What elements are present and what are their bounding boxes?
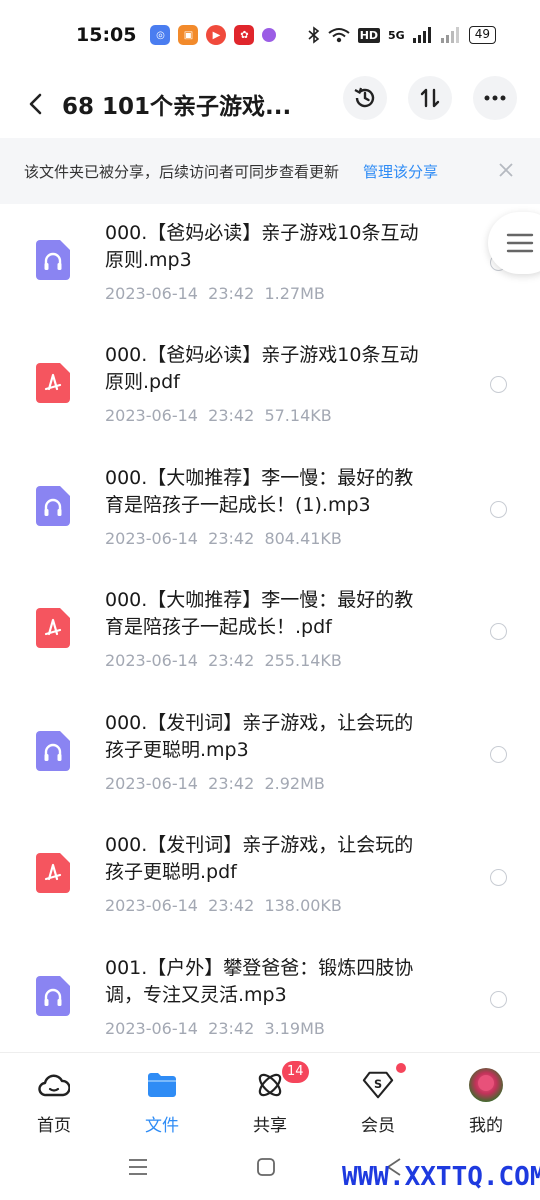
file-row[interactable]: 000.【大咖推荐】李一慢：最好的教 育是陪孩子一起成长！(1).mp3 2023… bbox=[0, 449, 540, 571]
nav-me[interactable]: 我的 bbox=[432, 1053, 540, 1143]
pdf-file-icon bbox=[36, 853, 70, 893]
nav-files-label: 文件 bbox=[145, 1116, 179, 1136]
chevron-left-icon bbox=[29, 93, 42, 115]
cloud-home-icon bbox=[38, 1069, 70, 1101]
vip-diamond-icon: S bbox=[362, 1069, 394, 1101]
select-radio[interactable] bbox=[490, 869, 507, 886]
wifi-icon bbox=[328, 28, 350, 43]
nav-vip[interactable]: S 会员 bbox=[324, 1053, 432, 1143]
more-dots-icon bbox=[484, 95, 506, 101]
sort-button[interactable] bbox=[408, 76, 452, 120]
select-radio[interactable] bbox=[490, 376, 507, 393]
svg-text:S: S bbox=[374, 1078, 382, 1091]
app-notification-icon: ▣ bbox=[178, 25, 199, 45]
select-radio[interactable] bbox=[490, 501, 507, 518]
file-meta: 2023-06-14 23:42 57.14KB bbox=[105, 406, 332, 425]
file-name: 000.【发刊词】亲子游戏，让会玩的 孩子更聪明.pdf bbox=[105, 834, 414, 883]
nav-vip-label: 会员 bbox=[361, 1116, 395, 1136]
file-meta: 2023-06-14 23:42 2.92MB bbox=[105, 774, 325, 793]
nav-share-label: 共享 bbox=[253, 1116, 287, 1136]
app-notification-icon: ▶ bbox=[206, 25, 227, 45]
home-square-icon[interactable] bbox=[257, 1158, 275, 1176]
sort-icon bbox=[420, 88, 440, 108]
file-name: 000.【大咖推荐】李一慢：最好的教 育是陪孩子一起成长！(1).mp3 bbox=[105, 467, 414, 516]
header: 68 101个亲子游戏... bbox=[0, 70, 540, 138]
select-radio[interactable] bbox=[490, 623, 507, 640]
nav-home[interactable]: 首页 bbox=[0, 1053, 108, 1143]
file-name: 001.【户外】攀登爸爸：锻炼四肢协 调，专注又灵活.mp3 bbox=[105, 957, 414, 1006]
watermark-text: WWW.XXTTQ.COM bbox=[342, 1162, 540, 1192]
file-meta: 2023-06-14 23:42 3.19MB bbox=[105, 1019, 325, 1038]
banner-close-button[interactable] bbox=[494, 158, 518, 182]
history-icon bbox=[354, 87, 375, 108]
file-meta: 2023-06-14 23:42 138.00KB bbox=[105, 896, 342, 915]
folder-icon bbox=[146, 1069, 178, 1101]
app-notification-icon bbox=[262, 28, 277, 42]
file-row[interactable]: 000.【发刊词】亲子游戏，让会玩的 孩子更聪明.mp3 2023-06-14 2… bbox=[0, 694, 540, 816]
bluetooth-icon bbox=[308, 26, 319, 44]
select-radio[interactable] bbox=[490, 746, 507, 763]
signal-icon bbox=[412, 27, 431, 43]
vip-notification-dot bbox=[396, 1063, 406, 1073]
avatar bbox=[468, 1067, 504, 1103]
audio-file-icon bbox=[36, 240, 70, 280]
file-meta: 2023-06-14 23:42 804.41KB bbox=[105, 529, 342, 548]
file-row[interactable]: 000.【大咖推荐】李一慢：最好的教 育是陪孩子一起成长！.pdf 2023-06… bbox=[0, 571, 540, 693]
close-icon bbox=[499, 163, 513, 177]
file-meta: 2023-06-14 23:42 255.14KB bbox=[105, 651, 342, 670]
share-banner: 该文件夹已被分享，后续访问者可同步查看更新 管理该分享 bbox=[0, 138, 540, 204]
hamburger-icon bbox=[506, 233, 534, 253]
pdf-file-icon bbox=[36, 608, 70, 648]
status-bar: 15:05 ◎ ▣ ▶ ✿ HD 5G 49 bbox=[0, 0, 540, 70]
file-name: 000.【爸妈必读】亲子游戏10条互动 原则.pdf bbox=[105, 344, 419, 393]
network-type: 5G bbox=[388, 28, 405, 42]
back-button[interactable] bbox=[20, 88, 52, 120]
audio-file-icon bbox=[36, 976, 70, 1016]
select-radio[interactable] bbox=[490, 991, 507, 1008]
signal-icon-2 bbox=[440, 27, 459, 43]
manage-share-link[interactable]: 管理该分享 bbox=[363, 161, 438, 182]
file-row[interactable]: 000.【爸妈必读】亲子游戏10条互动 原则.mp3 2023-06-14 23:… bbox=[0, 204, 540, 326]
nav-files[interactable]: 文件 bbox=[108, 1053, 216, 1143]
status-app-icons: ◎ ▣ ▶ ✿ bbox=[150, 25, 277, 45]
file-name: 000.【大咖推荐】李一慢：最好的教 育是陪孩子一起成长！.pdf bbox=[105, 589, 414, 638]
file-list: 000.【爸妈必读】亲子游戏10条互动 原则.mp3 2023-06-14 23:… bbox=[0, 204, 540, 1050]
status-indicators: HD 5G 49 bbox=[308, 26, 496, 44]
nav-me-label: 我的 bbox=[469, 1116, 503, 1136]
share-banner-text: 该文件夹已被分享，后续访问者可同步查看更新 bbox=[24, 162, 340, 181]
history-button[interactable] bbox=[343, 76, 387, 120]
audio-file-icon bbox=[36, 486, 70, 526]
file-row[interactable]: 001.【户外】攀登爸爸：锻炼四肢协 调，专注又灵活.mp3 2023-06-14… bbox=[0, 939, 540, 1050]
recent-apps-icon[interactable] bbox=[128, 1158, 148, 1176]
pdf-file-icon bbox=[36, 363, 70, 403]
file-meta: 2023-06-14 23:42 1.27MB bbox=[105, 284, 325, 303]
file-name: 000.【爸妈必读】亲子游戏10条互动 原则.mp3 bbox=[105, 222, 419, 271]
bottom-nav: 首页 文件 共享 14 S 会员 我的 bbox=[0, 1052, 540, 1142]
audio-file-icon bbox=[36, 731, 70, 771]
file-row[interactable]: 000.【发刊词】亲子游戏，让会玩的 孩子更聪明.pdf 2023-06-14 2… bbox=[0, 816, 540, 938]
hd-badge: HD bbox=[357, 27, 381, 43]
file-name: 000.【发刊词】亲子游戏，让会玩的 孩子更聪明.mp3 bbox=[105, 712, 414, 761]
status-time: 15:05 bbox=[76, 24, 137, 46]
page-title: 68 101个亲子游戏... bbox=[62, 94, 292, 120]
app-notification-icon: ◎ bbox=[150, 25, 171, 45]
file-row[interactable]: 000.【爸妈必读】亲子游戏10条互动 原则.pdf 2023-06-14 23:… bbox=[0, 326, 540, 448]
more-button[interactable] bbox=[473, 76, 517, 120]
app-notification-icon: ✿ bbox=[234, 25, 255, 45]
battery-indicator: 49 bbox=[468, 26, 496, 44]
share-badge: 14 bbox=[282, 1061, 309, 1083]
nav-home-label: 首页 bbox=[37, 1116, 71, 1136]
